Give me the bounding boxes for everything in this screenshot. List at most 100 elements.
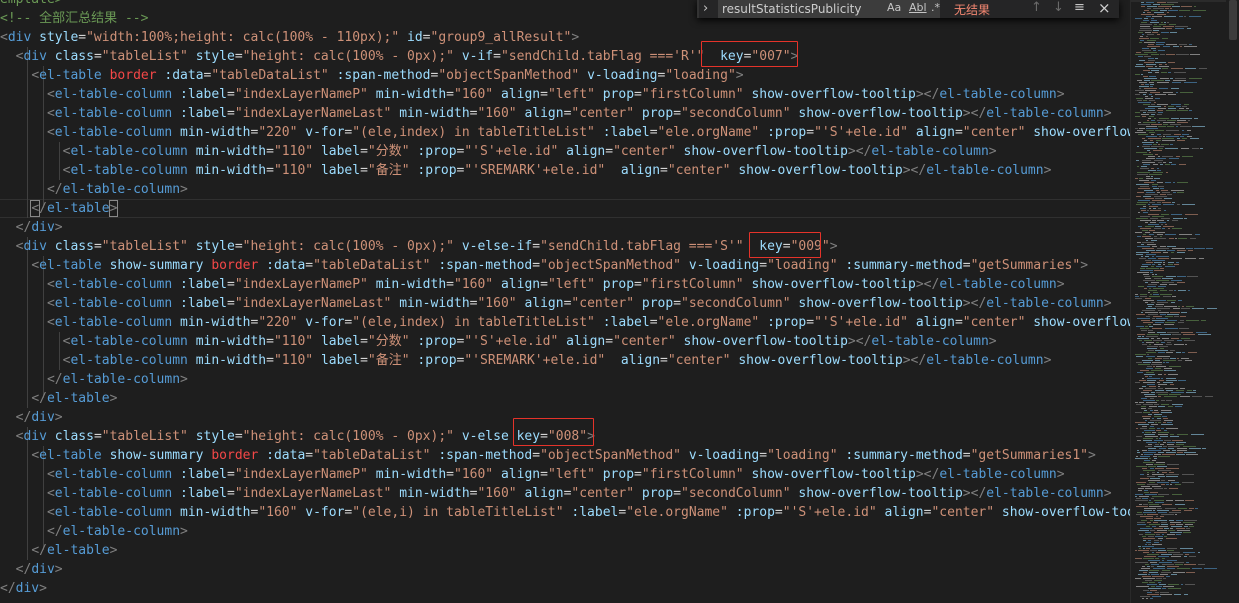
code-line[interactable]: <el-table-column min-width="220" v-for="… [0, 123, 1130, 142]
code-token: el-table [46, 201, 110, 216]
regex-toggle[interactable]: .* [931, 1, 940, 14]
minimap-line [1163, 422, 1166, 423]
code-line[interactable]: <el-table-column min-width="110" label="… [0, 332, 997, 351]
code-line[interactable]: <el-table-column min-width="220" v-for="… [0, 313, 1130, 332]
match-case-toggle[interactable]: Aa [887, 1, 901, 14]
code-token: "160" [454, 467, 494, 482]
vertical-scrollbar[interactable] [1226, 0, 1239, 603]
find-input[interactable] [718, 0, 940, 18]
code-token: "indexLayerNameP" [234, 87, 368, 102]
minimap-line [1174, 594, 1181, 595]
code-line[interactable]: </el-table> [0, 541, 117, 560]
minimap-line [1157, 510, 1169, 511]
scrollbar-thumb[interactable] [1229, 0, 1237, 40]
close-icon[interactable]: × [1098, 0, 1111, 17]
minimap-line [1145, 96, 1148, 97]
code-line[interactable]: <el-table-column :label="indexLayerNameL… [0, 104, 1112, 123]
minimap-line [1145, 376, 1148, 377]
code-line[interactable]: <div style="width:100%;height: calc(100%… [0, 28, 579, 47]
code-line[interactable]: <!-- 全部汇总结果 --> [0, 9, 148, 28]
code-line[interactable]: <el-table-column :label="indexLayerNameL… [0, 294, 1112, 313]
previous-match-icon[interactable]: ↑ [1031, 0, 1042, 15]
minimap-line [1178, 300, 1182, 301]
code-line[interactable]: </div> [0, 579, 47, 598]
code-line[interactable]: <el-table-column :label="indexLayerNameL… [0, 484, 1112, 503]
code-line[interactable]: <el-table border :data="tableDataList" :… [0, 66, 743, 85]
code-line[interactable]: </el-table-column> [0, 522, 188, 541]
code-token: "'S'+ele.id" [814, 315, 908, 330]
minimap-line [1138, 102, 1151, 103]
minimap-line [1174, 344, 1184, 345]
minimap-line [1163, 442, 1166, 443]
minimap-line [1144, 340, 1152, 341]
find-in-selection-icon[interactable]: ≡ [1074, 0, 1085, 15]
code-token: "'S'+ele.id" [782, 505, 877, 520]
minimap-line [1147, 584, 1157, 585]
minimap-line [1148, 330, 1153, 331]
code-line[interactable]: </div> [0, 408, 63, 427]
code-editor[interactable]: emplate><!-- 全部汇总结果 --><div style="width… [0, 0, 1130, 603]
code-line[interactable]: </el-table-column> [0, 180, 188, 199]
minimap-line [1141, 408, 1146, 409]
minimap-line [1135, 354, 1146, 355]
minimap-line [1140, 456, 1150, 457]
code-line[interactable]: </div> [0, 560, 63, 579]
code-line[interactable]: <el-table-column :label="indexLayerNameP… [0, 275, 1065, 294]
code-line[interactable]: emplate> [0, 0, 63, 9]
minimap-line [1160, 284, 1167, 285]
minimap-line [1153, 366, 1155, 367]
code-line[interactable]: <el-table-column min-width="160" v-for="… [0, 503, 1130, 522]
minimap[interactable] [1130, 0, 1239, 603]
minimap-line [1155, 390, 1164, 391]
code-token: = [78, 30, 87, 45]
minimap-line [1168, 446, 1180, 447]
minimap-line [1160, 348, 1164, 349]
minimap-line [1145, 420, 1147, 421]
minimap-line [1165, 80, 1170, 81]
code-line[interactable]: </el-table> [0, 389, 117, 408]
code-line[interactable]: <el-table show-summary border :data="tab… [0, 446, 1096, 465]
code-line[interactable]: <el-table-column min-width="110" label="… [0, 351, 1052, 370]
code-line[interactable]: </el-table-column> [0, 370, 188, 389]
minimap-line [1151, 104, 1155, 105]
code-token: el-table-column [986, 486, 1104, 501]
minimap-line [1141, 114, 1149, 115]
code-token: v-else [461, 429, 509, 444]
code-token: "备注" [367, 353, 410, 368]
code-line[interactable]: </el-table> [0, 199, 119, 218]
code-line[interactable]: <el-table-column min-width="110" label="… [0, 142, 997, 161]
code-token: "160" [477, 486, 517, 501]
code-line[interactable]: <el-table-column min-width="110" label="… [0, 161, 1052, 180]
minimap-line [1166, 130, 1179, 131]
minimap-line [1152, 496, 1164, 497]
toggle-replace-icon[interactable]: › [703, 1, 708, 16]
minimap-line [1186, 454, 1198, 455]
minimap-line [1147, 474, 1149, 475]
find-widget[interactable]: › Aa Abl .* 无结果 ↑ ↓ ≡ × [697, 0, 1119, 18]
code-token: v-for [305, 505, 345, 520]
minimap-line [1143, 212, 1148, 213]
minimap-line [1149, 482, 1155, 483]
minimap-line [1185, 214, 1198, 215]
code-line[interactable]: <el-table show-summary border :data="tab… [0, 256, 1088, 275]
code-line[interactable]: <div class="tableList" style="height: ca… [0, 427, 595, 446]
code-line[interactable]: <div class="tableList" style="height: ca… [0, 47, 799, 66]
minimap-line [1172, 228, 1182, 229]
code-line[interactable]: <el-table-column :label="indexLayerNameP… [0, 85, 1065, 104]
code-line[interactable]: <div class="tableList" style="height: ca… [0, 237, 838, 256]
minimap-line [1151, 364, 1162, 365]
minimap-line [1169, 162, 1172, 163]
minimap-line [1184, 104, 1189, 105]
whole-word-toggle[interactable]: Abl [909, 1, 927, 14]
minimap-line [1145, 534, 1155, 535]
code-token: "group9_allResult" [430, 30, 572, 45]
minimap-line [1154, 528, 1163, 529]
next-match-icon[interactable]: ↓ [1053, 0, 1064, 15]
code-line[interactable]: </div> [0, 218, 63, 237]
minimap-line [1138, 364, 1150, 365]
minimap-line [1147, 112, 1156, 113]
minimap-line [1143, 440, 1152, 441]
minimap-line [1194, 118, 1198, 119]
code-line[interactable]: <el-table-column :label="indexLayerNameP… [0, 465, 1065, 484]
